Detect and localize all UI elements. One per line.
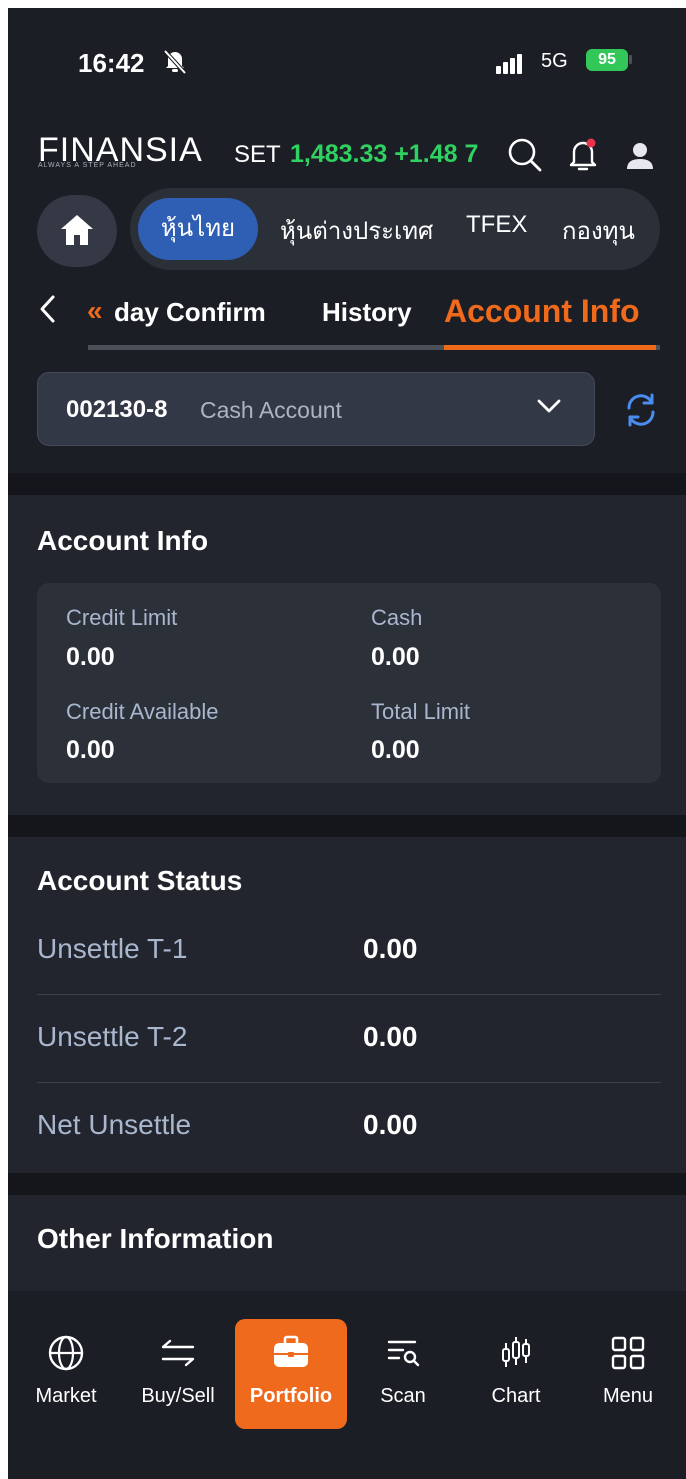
- app-screen: 16:42 5G 95 FINANSIA ALWAYS A STEP AHEAD…: [8, 8, 686, 1479]
- nav-chart[interactable]: Chart: [460, 1319, 572, 1429]
- index-ticker[interactable]: 1,483.33 +1.48 7: [290, 140, 478, 169]
- home-icon: [61, 215, 93, 245]
- globe-icon: [48, 1335, 84, 1371]
- nav-label: Market: [35, 1385, 97, 1407]
- index-change: +1.48: [394, 140, 458, 168]
- nav-label: Menu: [602, 1385, 654, 1407]
- tab-foreign-stocks[interactable]: หุ้นต่างประเทศ: [280, 211, 433, 250]
- refresh-icon[interactable]: [622, 391, 660, 429]
- nav-portfolio[interactable]: Portfolio: [235, 1319, 347, 1429]
- status-row-net-unsettle: Net Unsettle 0.00: [37, 1083, 661, 1171]
- battery-icon: 95: [586, 49, 628, 71]
- battery-tip: [629, 55, 632, 64]
- status-label: Unsettle T-1: [37, 933, 188, 964]
- grid-icon: [611, 1336, 645, 1370]
- chevron-down-icon: [537, 399, 561, 413]
- section-separator: [8, 815, 686, 837]
- briefcase-icon: [274, 1335, 308, 1367]
- nav-label: Buy/Sell: [141, 1385, 215, 1407]
- search-icon[interactable]: [505, 135, 545, 175]
- status-label: Net Unsettle: [37, 1109, 192, 1140]
- bottom-navigation: Market Buy/Sell Portfolio Scan Chart Men…: [8, 1291, 686, 1479]
- logo-tagline: ALWAYS A STEP AHEAD: [38, 162, 137, 169]
- account-number: 002130-8: [66, 396, 168, 423]
- other-info-title: Other Information: [37, 1223, 274, 1254]
- other-info-section: Other Information: [8, 1195, 686, 1295]
- account-status-title: Account Status: [37, 865, 243, 896]
- index-value: 1,483.33: [290, 140, 388, 168]
- network-type: 5G: [541, 50, 568, 72]
- tab-account-info[interactable]: Account Info: [444, 293, 640, 330]
- tab-day-confirm[interactable]: day Confirm: [114, 297, 266, 328]
- back-arrow-icon[interactable]: [37, 293, 59, 325]
- scroll-left-icon[interactable]: «: [87, 295, 103, 327]
- candlestick-icon: [502, 1337, 530, 1367]
- signal-icon: [496, 54, 524, 74]
- market-tabs: หุ้นไทย หุ้นต่างประเทศ TFEX กองทุน: [130, 188, 660, 270]
- nav-buy-sell[interactable]: Buy/Sell: [122, 1319, 234, 1429]
- scan-icon: [387, 1340, 420, 1367]
- account-dropdown[interactable]: 002130-8 Cash Account: [37, 372, 595, 446]
- index-label: SET: [234, 141, 281, 168]
- status-value: 0.00: [363, 933, 418, 964]
- account-info-card: Credit Limit 0.00 Cash 0.00 Credit Avail…: [37, 583, 661, 783]
- home-button[interactable]: [37, 195, 117, 267]
- status-row-unsettle-t1: Unsettle T-1 0.00: [37, 907, 661, 995]
- swap-icon: [161, 1339, 195, 1367]
- tab-history[interactable]: History: [322, 297, 412, 328]
- tab-thai-stocks[interactable]: หุ้นไทย: [138, 198, 258, 260]
- user-avatar-icon[interactable]: [620, 135, 660, 175]
- credit-limit-value: 0.00: [66, 643, 115, 671]
- index-change-trailing: 7: [464, 140, 479, 168]
- account-type: Cash Account: [200, 397, 342, 423]
- account-info-title: Account Info: [37, 525, 209, 556]
- cash-value: 0.00: [371, 643, 420, 671]
- total-limit-value: 0.00: [371, 736, 420, 764]
- account-status-section: Account Status Unsettle T-1 0.00 Unsettl…: [8, 837, 686, 1173]
- nav-label: Scan: [380, 1385, 426, 1407]
- status-label: Unsettle T-2: [37, 1021, 188, 1052]
- section-separator: [8, 473, 686, 495]
- status-bar: 16:42 5G 95: [8, 8, 686, 113]
- app-header: FINANSIA ALWAYS A STEP AHEAD SET 1,483.3…: [8, 113, 686, 373]
- clock: 16:42: [78, 48, 145, 78]
- account-info-section: Account Info Credit Limit 0.00 Cash 0.00…: [8, 495, 686, 815]
- nav-menu[interactable]: Menu: [572, 1319, 684, 1429]
- status-row-unsettle-t2: Unsettle T-2 0.00: [37, 995, 661, 1083]
- nav-label: Chart: [491, 1385, 541, 1407]
- portfolio-sub-tabs: « day Confirm History Account Info: [87, 283, 666, 353]
- credit-limit-label: Credit Limit: [66, 605, 178, 630]
- nav-label: Portfolio: [249, 1385, 333, 1407]
- nav-scan[interactable]: Scan: [347, 1319, 459, 1429]
- tab-tfex[interactable]: TFEX: [466, 211, 527, 239]
- credit-available-label: Credit Available: [66, 699, 219, 724]
- section-separator: [8, 1173, 686, 1195]
- status-value: 0.00: [363, 1109, 418, 1140]
- bell-muted-icon: [163, 49, 187, 75]
- total-limit-label: Total Limit: [371, 699, 471, 724]
- cash-label: Cash: [371, 605, 423, 630]
- credit-available-value: 0.00: [66, 736, 115, 764]
- status-value: 0.00: [363, 1021, 418, 1052]
- active-tab-indicator: [444, 345, 656, 350]
- nav-market[interactable]: Market: [10, 1319, 122, 1429]
- tab-funds[interactable]: กองทุน: [562, 211, 635, 250]
- notification-bell-icon[interactable]: [563, 135, 603, 175]
